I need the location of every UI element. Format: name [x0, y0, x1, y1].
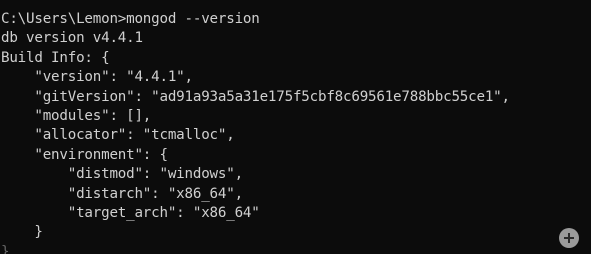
- terminal-line-target-arch: "target_arch": "x86_64": [1, 204, 260, 221]
- terminal-line-command: C:\Users\Lemon>mongod --version: [1, 11, 260, 27]
- terminal-window[interactable]: C:\Users\Lemon>mongod --version db versi…: [0, 0, 591, 254]
- terminal-line-build-info-close: }: [1, 243, 10, 254]
- terminal-line-allocator: "allocator": "tcmalloc",: [1, 127, 235, 144]
- terminal-line-environment-close: }: [1, 224, 43, 241]
- zoom-in-icon: [563, 232, 575, 244]
- terminal-line-build-info: Build Info: {: [1, 49, 110, 66]
- terminal-line-git-version: "gitVersion": "ad91a93a5a31e175f5cbf8c69…: [1, 88, 510, 105]
- zoom-in-button[interactable]: [559, 228, 579, 248]
- terminal-line-version: "version": "4.4.1",: [1, 69, 193, 86]
- terminal-line-distmod: "distmod": "windows",: [1, 166, 243, 183]
- terminal-line-db-version: db version v4.4.1: [1, 30, 143, 47]
- terminal-line-distarch: "distarch": "x86_64",: [1, 185, 243, 202]
- terminal-line-environment: "environment": {: [1, 146, 168, 163]
- terminal-line-modules: "modules": [],: [1, 107, 152, 124]
